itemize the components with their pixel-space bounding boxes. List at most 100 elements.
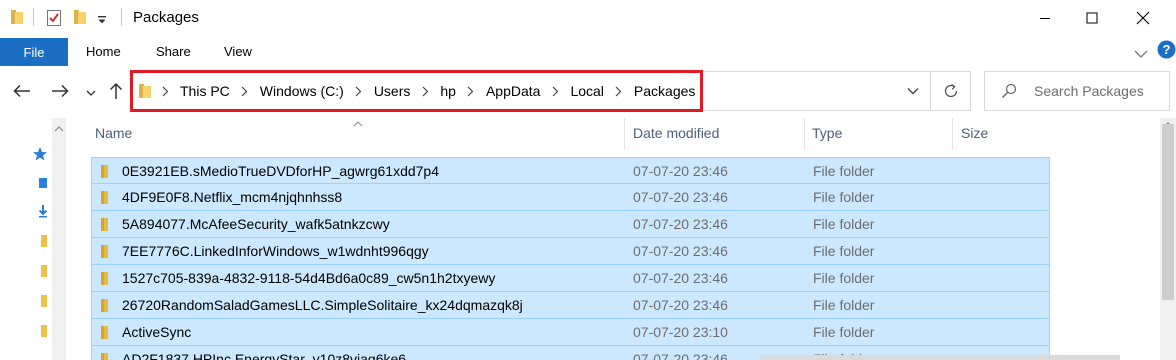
tab-home[interactable]: Home [86, 44, 121, 59]
chevron-right-icon[interactable] [460, 86, 482, 97]
table-row[interactable]: 7EE7776C.LinkedInforWindows_w1wdnht996qg… [91, 238, 1050, 265]
folder-icon [138, 83, 154, 99]
sort-ascending-icon [353, 114, 363, 130]
folder-icon [100, 352, 109, 360]
refresh-button[interactable] [931, 71, 971, 111]
column-header-size[interactable]: Size [961, 125, 988, 141]
quick-access-star-icon[interactable] [32, 146, 48, 165]
minimize-button[interactable] [1022, 0, 1068, 36]
folder-icon [100, 325, 109, 343]
folder-icon[interactable] [40, 324, 48, 341]
file-type: File folder [813, 163, 875, 179]
tab-file[interactable]: File [0, 38, 68, 66]
file-name: ActiveSync [122, 324, 192, 340]
file-date: 07-07-20 23:10 [633, 324, 728, 340]
breadcrumb-appdata[interactable]: AppData [482, 83, 544, 99]
folder-icon [100, 164, 109, 182]
file-name: 0E3921EB.sMedioTrueDVDforHP_agwrg61xdd7p… [122, 163, 439, 179]
table-row[interactable]: 5A894077.McAfeeSecurity_wafk5atnkzcwy 07… [91, 211, 1050, 238]
scroll-up-icon [54, 126, 64, 132]
table-row[interactable]: 0E3921EB.sMedioTrueDVDforHP_agwrg61xdd7p… [91, 157, 1050, 184]
file-date: 07-07-20 23:46 [633, 270, 728, 286]
maximize-button[interactable] [1069, 0, 1115, 36]
chevron-right-icon[interactable] [348, 86, 370, 97]
customize-toolbar-icon[interactable] [97, 12, 107, 28]
file-date: 07-07-20 23:46 [633, 297, 728, 313]
vertical-scrollbar-thumb[interactable] [1162, 124, 1174, 300]
breadcrumb: This PC Windows (C:) Users hp AppData Lo… [138, 79, 699, 103]
column-header-type[interactable]: Type [812, 125, 842, 141]
search-icon [1001, 83, 1017, 102]
breadcrumb-windows-c[interactable]: Windows (C:) [256, 83, 348, 99]
column-divider[interactable] [804, 118, 805, 150]
folder-icon[interactable] [40, 264, 48, 281]
column-header-date-modified[interactable]: Date modified [633, 125, 719, 141]
file-type: File folder [813, 189, 875, 205]
chevron-right-icon[interactable] [608, 86, 630, 97]
expand-ribbon-icon[interactable] [1134, 46, 1148, 62]
search-input[interactable]: Search Packages [1034, 83, 1144, 99]
file-date: 07-07-20 23:46 [633, 351, 728, 360]
address-dropdown-icon[interactable] [898, 79, 928, 103]
chevron-right-icon[interactable] [234, 86, 256, 97]
file-date: 07-07-20 23:46 [633, 163, 728, 179]
breadcrumb-hp[interactable]: hp [436, 83, 460, 99]
help-icon[interactable]: ? [1157, 40, 1176, 62]
folder-icon [100, 271, 109, 289]
forward-arrow-icon[interactable] [48, 80, 72, 102]
properties-icon[interactable] [46, 9, 62, 30]
column-divider[interactable] [952, 118, 953, 150]
ribbon: File Home Share View ? [0, 36, 1176, 66]
chevron-right-icon[interactable] [414, 86, 436, 97]
toolbar-divider [33, 8, 34, 26]
tab-share[interactable]: Share [156, 44, 191, 59]
file-type: File folder [813, 297, 875, 313]
file-name: 26720RandomSaladGamesLLC.SimpleSolitaire… [122, 297, 523, 313]
folder-icon [100, 244, 109, 262]
breadcrumb-local[interactable]: Local [566, 83, 607, 99]
file-name: 5A894077.McAfeeSecurity_wafk5atnkzcwy [122, 216, 390, 232]
breadcrumb-packages[interactable]: Packages [630, 83, 699, 99]
file-name: 1527c705-839a-4832-9118-54d4Bd6a0c89_cw5… [122, 270, 496, 286]
up-arrow-icon[interactable] [106, 80, 126, 102]
folder-icon [100, 217, 109, 235]
column-header-name[interactable]: Name [95, 125, 132, 141]
refresh-icon [944, 83, 957, 98]
folder-icon [100, 190, 109, 208]
chevron-right-icon[interactable] [544, 86, 566, 97]
new-folder-icon[interactable] [73, 9, 87, 28]
folder-icon[interactable] [40, 294, 48, 311]
column-divider[interactable] [624, 118, 625, 150]
horizontal-scrollbar-thumb[interactable] [760, 355, 1120, 360]
table-row[interactable]: 1527c705-839a-4832-9118-54d4Bd6a0c89_cw5… [91, 265, 1050, 292]
table-row[interactable]: ActiveSync 07-07-20 23:10 File folder [91, 319, 1050, 346]
file-name: 7EE7776C.LinkedInforWindows_w1wdnht996qg… [122, 243, 429, 259]
navigation-pane-scrollbar[interactable] [52, 118, 66, 360]
title-bar: Packages [0, 0, 1176, 36]
file-type: File folder [813, 243, 875, 259]
toolbar-divider [121, 8, 122, 26]
recent-locations-chevron-icon[interactable] [84, 82, 98, 104]
breadcrumb-users[interactable]: Users [370, 83, 415, 99]
svg-text:?: ? [1163, 42, 1171, 57]
back-arrow-icon[interactable] [10, 80, 34, 102]
table-row[interactable]: 26720RandomSaladGamesLLC.SimpleSolitaire… [91, 292, 1050, 319]
desktop-icon[interactable] [38, 176, 48, 192]
file-list: 0E3921EB.sMedioTrueDVDforHP_agwrg61xdd7p… [91, 157, 1050, 360]
folder-icon [100, 298, 109, 316]
column-headers: Name Date modified Type Size [90, 118, 1050, 150]
tab-view[interactable]: View [224, 44, 252, 59]
breadcrumb-this-pc[interactable]: This PC [176, 83, 234, 99]
file-date: 07-07-20 23:46 [633, 216, 728, 232]
downloads-icon[interactable] [38, 204, 48, 221]
file-name: AD2F1837.HPInc.EnergyStar_v10z8vjag6ke6 [122, 351, 407, 360]
file-date: 07-07-20 23:46 [633, 189, 728, 205]
table-row[interactable]: 4DF9E0F8.Netflix_mcm4njqhnhss8 07-07-20 … [91, 184, 1050, 211]
window-title: Packages [133, 9, 199, 26]
file-name: 4DF9E0F8.Netflix_mcm4njqhnhss8 [122, 189, 343, 205]
chevron-right-icon[interactable] [154, 86, 176, 97]
folder-icon[interactable] [40, 234, 48, 251]
close-button[interactable] [1120, 0, 1166, 36]
file-type: File folder [813, 270, 875, 286]
search-box[interactable]: Search Packages [984, 71, 1170, 111]
